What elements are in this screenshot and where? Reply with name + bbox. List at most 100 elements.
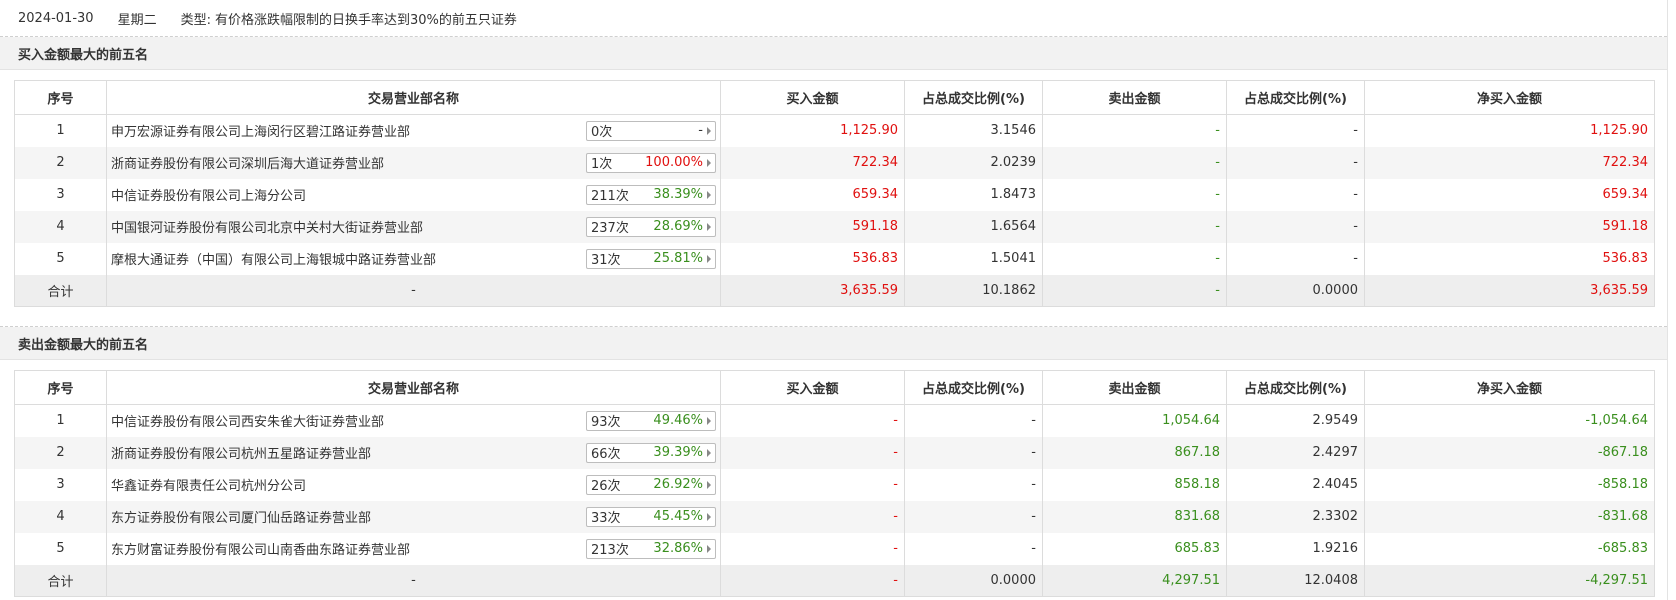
sell-ratio: 2.4045 [1226, 468, 1365, 501]
sell-amount: - [1042, 146, 1227, 179]
total-sell-amount: 4,297.51 [1042, 564, 1227, 597]
buy-section-title: 买入金额最大的前五名 [0, 37, 1667, 70]
total-buy-ratio: 0.0000 [904, 564, 1043, 597]
sell-section-title: 卖出金额最大的前五名 [0, 327, 1667, 360]
row-index: 1 [14, 404, 107, 437]
branch-name: 中国银河证券股份有限公司北京中关村大街证券营业部 [111, 221, 424, 236]
sell-amount: 831.68 [1042, 500, 1227, 533]
type-value: 有价格涨跌幅限制的日换手率达到30%的前五只证券 [214, 12, 517, 28]
row-index: 4 [14, 210, 107, 243]
column-header: 交易营业部名称 [106, 370, 721, 405]
branch-name: 东方证券股份有限公司厦门仙岳路证券营业部 [111, 511, 372, 526]
buy-amount: 591.18 [720, 210, 905, 243]
column-header: 买入金额 [720, 370, 905, 405]
branch-cell: 华鑫证券有限责任公司杭州分公司 26次 26.92% [106, 468, 721, 501]
caret-right-icon [707, 222, 711, 231]
net-buy-amount: -867.18 [1364, 436, 1655, 469]
branch-history-dropdown[interactable]: 211次 38.39% [586, 184, 716, 205]
history-rate: 32.86% [653, 541, 703, 556]
net-buy-amount: -1,054.64 [1364, 404, 1655, 437]
section-gap [0, 307, 1667, 327]
branch-cell: 中国银河证券股份有限公司北京中关村大街证券营业部 237次 28.69% [106, 210, 721, 243]
branch-history-dropdown[interactable]: 1次 100.00% [586, 152, 716, 173]
branch-history-dropdown[interactable]: 26次 26.92% [586, 474, 716, 495]
history-count: 211次 [591, 189, 629, 204]
history-rate: 28.69% [653, 219, 703, 234]
column-header: 卖出金额 [1042, 80, 1227, 115]
buy-amount: 722.34 [720, 146, 905, 179]
caret-right-icon [707, 254, 711, 263]
branch-cell-inner: 摩根大通证券（中国）有限公司上海银城中路证券营业部 31次 25.81% [111, 248, 716, 269]
branch-history-dropdown[interactable]: 213次 32.86% [586, 538, 716, 559]
history-rate: 39.39% [653, 445, 703, 460]
total-net-buy-amount: -4,297.51 [1364, 564, 1655, 597]
buy-amount: 1,125.90 [720, 114, 905, 147]
branch-cell-inner: 东方财富证券股份有限公司山南香曲东路证券营业部 213次 32.86% [111, 538, 716, 559]
buy-ratio: 2.0239 [904, 146, 1043, 179]
table-row: 1 中信证券股份有限公司西安朱雀大街证券营业部 93次 49.46% - -1,054.6… [14, 404, 1655, 437]
net-buy-amount: 591.18 [1364, 210, 1655, 243]
history-count: 66次 [591, 447, 621, 462]
branch-history-dropdown[interactable]: 237次 28.69% [586, 216, 716, 237]
sell-ratio: 2.3302 [1226, 500, 1365, 533]
buy-table-wrap: 序号 交易营业部名称 买入金额 占总成交比例(%) 卖出金额 占总成交比例(%) 净买入金额… [0, 70, 1667, 307]
net-buy-amount: 1,125.90 [1364, 114, 1655, 147]
row-index: 2 [14, 146, 107, 179]
history-rate: 100.00% [645, 155, 703, 170]
branch-cell-inner: 申万宏源证券有限公司上海闵行区碧江路证券营业部 0次 - [111, 120, 716, 141]
buy-ratio: 1.6564 [904, 210, 1043, 243]
sell-ratio: - [1226, 242, 1365, 275]
sell-amount: 858.18 [1042, 468, 1227, 501]
column-header: 卖出金额 [1042, 370, 1227, 405]
history-count: 33次 [591, 511, 621, 526]
branch-cell: 东方证券股份有限公司厦门仙岳路证券营业部 33次 45.45% [106, 500, 721, 533]
row-index: 2 [14, 436, 107, 469]
buy-ratio: - [904, 404, 1043, 437]
sell-table-wrap: 序号 交易营业部名称 买入金额 占总成交比例(%) 卖出金额 占总成交比例(%) 净买入金额… [0, 360, 1667, 597]
total-row: 合计 -3,635.59 10.1862-0.0000 3,635.59 [14, 274, 1655, 307]
buy-amount: - [720, 500, 905, 533]
column-header: 序号 [14, 370, 107, 405]
branch-cell-inner: 浙商证券股份有限公司杭州五星路证券营业部 66次 39.39% [111, 442, 716, 463]
row-index: 5 [14, 242, 107, 275]
branch-history-dropdown[interactable]: 66次 39.39% [586, 442, 716, 463]
branch-history-dropdown[interactable]: 0次 - [586, 120, 716, 141]
buy-ratio: - [904, 532, 1043, 565]
history-count: 93次 [591, 415, 621, 431]
sell-amount: 1,054.64 [1042, 404, 1227, 437]
history-count: 26次 [591, 479, 621, 494]
row-index: 4 [14, 500, 107, 533]
table-row: 2 浙商证券股份有限公司深圳后海大道证券营业部 1次 100.00% 722.34 2.0… [14, 146, 1655, 179]
sell-ratio: 2.4297 [1226, 436, 1365, 469]
column-header: 占总成交比例(%) [1226, 80, 1365, 115]
history-count: 237次 [591, 221, 629, 236]
branch-cell: 中信证券股份有限公司西安朱雀大街证券营业部 93次 49.46% [106, 404, 721, 437]
branch-name: 中信证券股份有限公司西安朱雀大街证券营业部 [111, 415, 385, 431]
sell-amount: 867.18 [1042, 436, 1227, 469]
history-count: 0次 [591, 125, 613, 141]
buy-amount: - [720, 532, 905, 565]
caret-right-icon [707, 448, 711, 457]
total-buy-amount: 3,635.59 [720, 274, 905, 307]
branch-cell: 浙商证券股份有限公司深圳后海大道证券营业部 1次 100.00% [106, 146, 721, 179]
total-sell-amount: - [1042, 274, 1227, 307]
total-row: 合计 - -0.0000 4,297.51 12.0408 -4,297.51 [14, 564, 1655, 597]
sell-ratio: 2.9549 [1226, 404, 1365, 437]
table-row: 5 摩根大通证券（中国）有限公司上海银城中路证券营业部 31次 25.81% 536.8… [14, 242, 1655, 275]
column-header: 占总成交比例(%) [904, 370, 1043, 405]
caret-right-icon [707, 158, 711, 167]
branch-history-dropdown[interactable]: 33次 45.45% [586, 506, 716, 527]
total-sell-ratio: 12.0408 [1226, 564, 1365, 597]
history-count: 31次 [591, 253, 621, 268]
column-header: 交易营业部名称 [106, 80, 721, 115]
branch-name: 浙商证券股份有限公司深圳后海大道证券营业部 [111, 157, 385, 172]
buy-amount: 536.83 [720, 242, 905, 275]
branch-history-dropdown[interactable]: 31次 25.81% [586, 248, 716, 269]
table-row: 4 东方证券股份有限公司厦门仙岳路证券营业部 33次 45.45% - -831.68 2.… [14, 500, 1655, 533]
branch-name: 摩根大通证券（中国）有限公司上海银城中路证券营业部 [111, 253, 437, 268]
column-header: 净买入金额 [1364, 80, 1655, 115]
sell-amount: 685.83 [1042, 532, 1227, 565]
branch-name: 华鑫证券有限责任公司杭州分公司 [111, 479, 307, 494]
branch-history-dropdown[interactable]: 93次 49.46% [586, 410, 716, 431]
column-header: 占总成交比例(%) [1226, 370, 1365, 405]
